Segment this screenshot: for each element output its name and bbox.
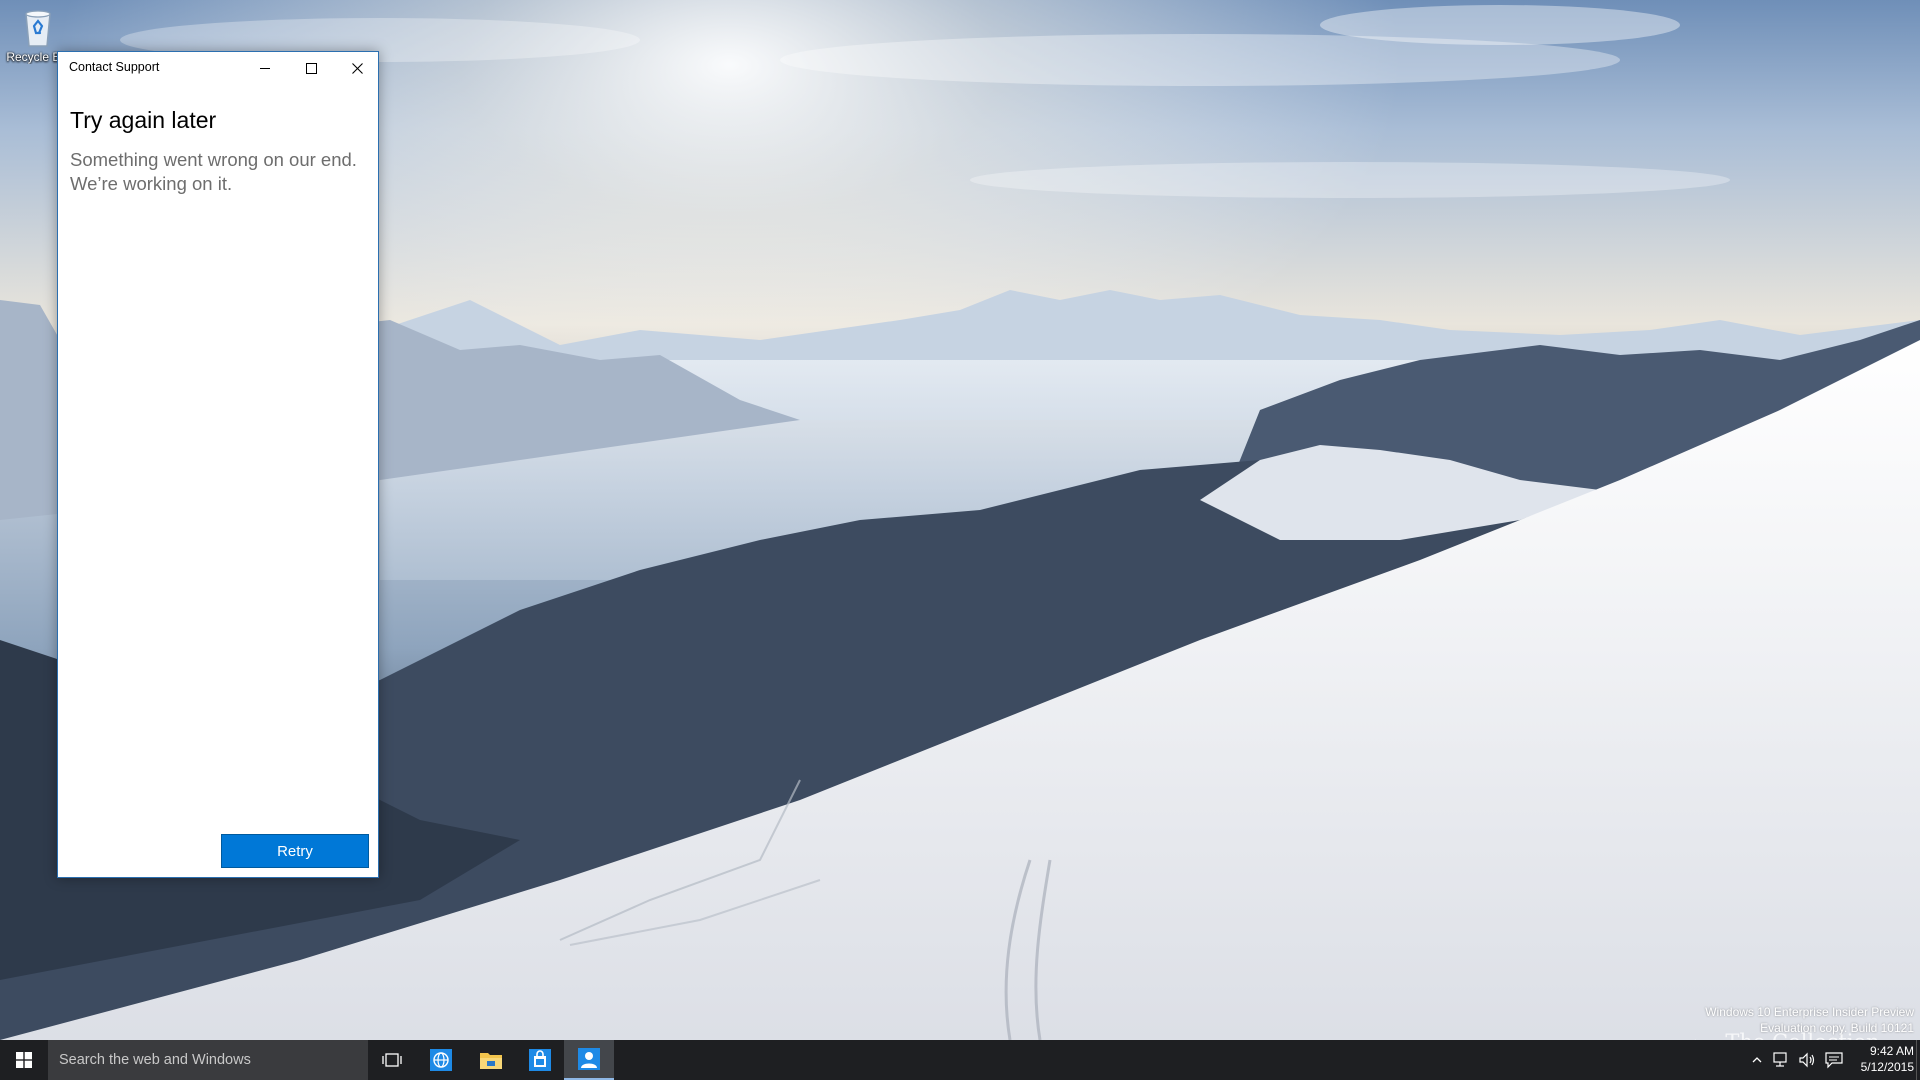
minimize-icon: [259, 67, 270, 69]
store-bag-icon: [529, 1049, 551, 1071]
clock-time: 9:42 AM: [1869, 1044, 1914, 1058]
network-icon[interactable]: [1772, 1051, 1792, 1069]
system-tray: 9:42 AM 5/12/2015: [1750, 1040, 1920, 1080]
taskbar-search-box[interactable]: Search the web and Windows: [48, 1040, 368, 1080]
taskbar-app-file-explorer[interactable]: [466, 1040, 516, 1080]
taskbar-app-store[interactable]: [515, 1040, 565, 1080]
close-icon: [351, 62, 363, 74]
error-heading: Try again later: [70, 107, 217, 133]
window-title: Contact Support: [69, 60, 160, 74]
contact-support-window: Contact Support Try again later Somethin…: [57, 51, 379, 878]
folder-icon: [480, 1053, 502, 1069]
action-center-icon[interactable]: [1824, 1051, 1844, 1069]
show-desktop-button[interactable]: [1916, 1040, 1920, 1080]
taskbar: Search the web and Windows 9:42 AM 5/12/…: [0, 1040, 1920, 1080]
volume-icon[interactable]: [1798, 1051, 1818, 1069]
windows-logo-icon: [16, 1052, 32, 1068]
title-bar[interactable]: Contact Support: [58, 52, 378, 84]
close-button[interactable]: [334, 52, 380, 84]
minimize-button[interactable]: [242, 52, 288, 84]
maximize-icon: [305, 62, 317, 74]
taskbar-app-contact-support[interactable]: [564, 1040, 614, 1080]
task-view-icon: [382, 1053, 402, 1067]
task-view-button[interactable]: [368, 1040, 416, 1080]
recycle-bin-icon: [25, 10, 51, 47]
maximize-button[interactable]: [288, 52, 334, 84]
taskbar-clock[interactable]: 9:42 AM 5/12/2015: [1852, 1043, 1914, 1075]
clock-date: 5/12/2015: [1860, 1060, 1914, 1074]
error-message: Something went wrong on our end. We’re w…: [70, 149, 357, 194]
taskbar-app-internet-explorer[interactable]: [416, 1040, 466, 1080]
globe-icon: [430, 1049, 452, 1071]
chevron-up-icon[interactable]: [1750, 1051, 1764, 1069]
search-placeholder: Search the web and Windows: [59, 1052, 251, 1068]
person-icon: [578, 1048, 600, 1070]
retry-button[interactable]: Retry: [221, 834, 369, 868]
start-button[interactable]: [0, 1040, 48, 1080]
watermark-edition: Windows 10 Enterprise Insider Preview: [1705, 1005, 1914, 1019]
